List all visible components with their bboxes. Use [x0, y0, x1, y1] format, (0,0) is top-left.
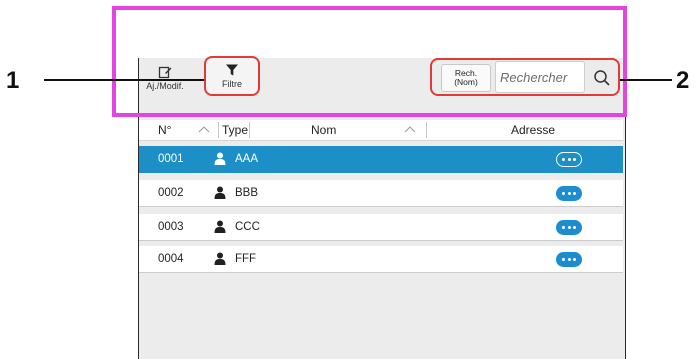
callout-line-2	[620, 79, 672, 81]
more-icon-dot	[567, 226, 571, 229]
column-separator	[249, 122, 250, 138]
row-name: CCC	[235, 221, 260, 233]
person-icon	[214, 220, 226, 233]
column-header-type[interactable]: Type	[222, 123, 248, 137]
person-icon	[214, 152, 226, 165]
sort-up-icon[interactable]	[403, 124, 417, 134]
more-button[interactable]	[556, 152, 582, 167]
more-icon	[562, 226, 566, 229]
more-button[interactable]	[556, 252, 582, 267]
more-icon-dot	[572, 192, 576, 195]
more-button[interactable]	[556, 220, 582, 235]
more-icon	[562, 258, 566, 261]
person-icon	[214, 252, 226, 265]
more-icon-dot	[572, 226, 576, 229]
more-icon-dot	[567, 192, 571, 195]
more-button[interactable]	[556, 186, 582, 201]
table-header: N° Type Nom Adresse	[139, 120, 623, 141]
column-separator	[426, 122, 427, 138]
table-row[interactable]: 0003 CCC	[139, 214, 623, 241]
more-icon-dot	[572, 158, 576, 161]
row-name: AAA	[235, 153, 259, 165]
more-icon-dot	[567, 258, 571, 261]
row-number: 0003	[158, 221, 184, 233]
person-icon	[214, 186, 226, 199]
table-row[interactable]: 0002 BBB	[139, 180, 623, 207]
callout-number-2: 2	[676, 67, 690, 94]
row-number: 0004	[158, 253, 184, 265]
table-row[interactable]: 0001 AAA	[139, 146, 623, 173]
callout-number-1: 1	[6, 67, 20, 94]
toolbar-highlight-frame	[112, 6, 627, 117]
row-number: 0002	[158, 187, 184, 199]
column-header-address[interactable]: Adresse	[511, 123, 555, 137]
row-number: 0001	[158, 153, 184, 165]
table-row[interactable]: 0004 FFF	[139, 246, 623, 273]
column-header-name[interactable]: Nom	[311, 123, 336, 137]
more-icon	[562, 192, 566, 195]
column-header-number[interactable]: N°	[158, 123, 171, 137]
sort-up-icon[interactable]	[197, 124, 211, 134]
row-name: BBB	[235, 187, 259, 199]
row-name: FFF	[235, 253, 257, 265]
callout-line-1	[44, 79, 204, 81]
column-separator	[218, 122, 219, 138]
more-icon-dot	[572, 258, 576, 261]
more-icon	[562, 158, 566, 161]
more-icon-dot	[567, 158, 571, 161]
